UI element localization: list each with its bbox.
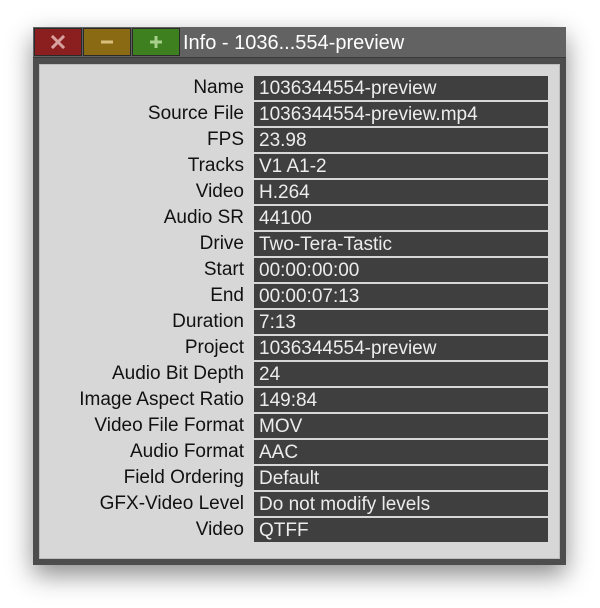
field-value[interactable]: QTFF	[254, 518, 548, 542]
info-row: FPS 23.98	[40, 127, 561, 153]
info-row: Image Aspect Ratio 149:84	[40, 387, 561, 413]
field-label: Video File Format	[94, 415, 244, 436]
field-label: Duration	[172, 311, 244, 332]
field-label: Audio Bit Depth	[111, 363, 244, 384]
field-value[interactable]: H.264	[254, 180, 548, 204]
field-value[interactable]: Do not modify levels	[254, 492, 548, 516]
field-label: GFX-Video Level	[99, 493, 244, 514]
field-label: End	[210, 285, 244, 306]
field-label: Name	[193, 77, 244, 98]
field-label: Field Ordering	[123, 467, 244, 488]
minus-icon	[101, 40, 113, 44]
field-label: Tracks	[187, 155, 244, 176]
info-panel: Name 1036344554-preview Source File 1036344…	[39, 64, 560, 559]
info-row: Source File 1036344554-preview.mp4	[40, 101, 561, 127]
field-value[interactable]: 24	[254, 362, 548, 386]
info-row: Audio SR 44100	[40, 205, 561, 231]
info-row: Name 1036344554-preview	[40, 75, 561, 101]
close-x-icon	[51, 35, 65, 49]
info-row: Tracks V1 A1-2	[40, 153, 561, 179]
info-window: Info - 1036...554-preview Name 1036344554…	[33, 27, 566, 565]
info-row: Drive Two-Tera-Tastic	[40, 231, 561, 257]
info-row: Audio Bit Depth 24	[40, 361, 561, 387]
field-value[interactable]: 44100	[254, 206, 548, 230]
field-value[interactable]: 1036344554-preview	[254, 76, 548, 100]
field-value[interactable]: 1036344554-preview	[254, 336, 548, 360]
field-label: Image Aspect Ratio	[79, 389, 244, 410]
info-row: Video File Format MOV	[40, 413, 561, 439]
info-row: Project 1036344554-preview	[40, 335, 561, 361]
info-row: Video QTFF	[40, 517, 561, 543]
field-label: FPS	[207, 129, 244, 150]
field-label: Source File	[147, 103, 244, 124]
field-label: Audio Format	[129, 441, 244, 462]
title-bar[interactable]: Info - 1036...554-preview	[33, 27, 566, 58]
field-value[interactable]: 7:13	[254, 310, 548, 334]
info-row: Audio Format AAC	[40, 439, 561, 465]
info-row: Duration 7:13	[40, 309, 561, 335]
field-value[interactable]: AAC	[254, 440, 548, 464]
field-value[interactable]: 1036344554-preview.mp4	[254, 102, 548, 126]
field-label: Project	[184, 337, 244, 358]
field-value[interactable]: 23.98	[254, 128, 548, 152]
field-value[interactable]: 00:00:07:13	[254, 284, 548, 308]
info-row: Video H.264	[40, 179, 561, 205]
field-value[interactable]: Two-Tera-Tastic	[254, 232, 548, 256]
field-label: Start	[203, 259, 244, 280]
info-row: Field Ordering Default	[40, 465, 561, 491]
plus-icon	[150, 36, 162, 48]
field-value[interactable]: 00:00:00:00	[254, 258, 548, 282]
minimize-button[interactable]	[83, 28, 131, 56]
info-row: End 00:00:07:13	[40, 283, 561, 309]
close-button[interactable]	[34, 28, 82, 56]
window-title: Info - 1036...554-preview	[183, 32, 405, 54]
field-value[interactable]: 149:84	[254, 388, 548, 412]
field-label: Video	[195, 519, 244, 540]
field-value[interactable]: V1 A1-2	[254, 154, 548, 178]
field-label: Audio SR	[163, 207, 244, 228]
field-value[interactable]: MOV	[254, 414, 548, 438]
field-label: Drive	[199, 233, 244, 254]
field-value[interactable]: Default	[254, 466, 548, 490]
info-row: GFX-Video Level Do not modify levels	[40, 491, 561, 517]
field-label: Video	[195, 181, 244, 202]
maximize-button[interactable]	[132, 28, 180, 56]
info-row: Start 00:00:00:00	[40, 257, 561, 283]
